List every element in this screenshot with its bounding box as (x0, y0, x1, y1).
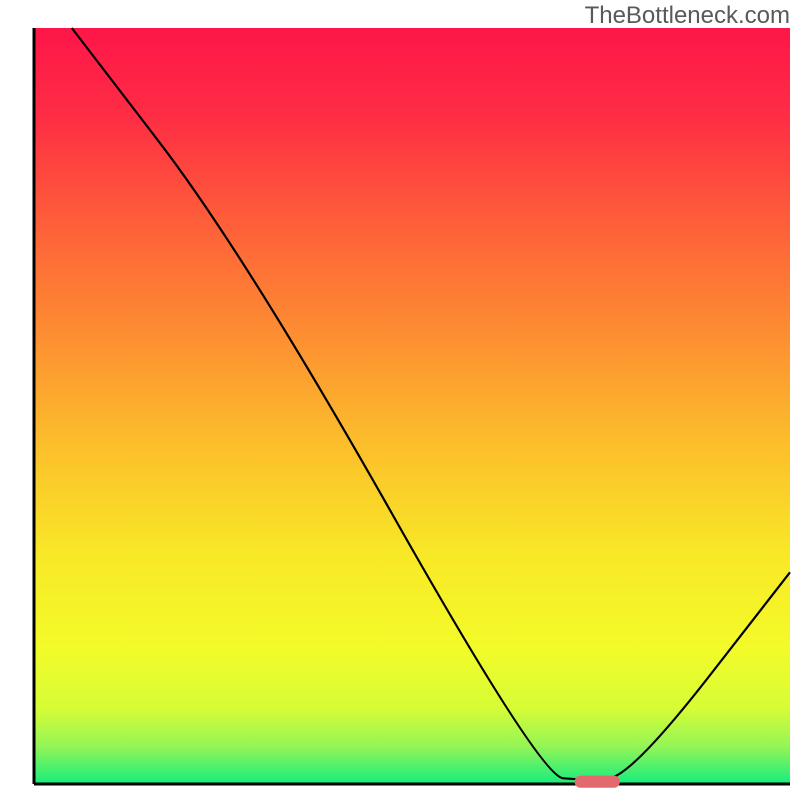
bottleneck-chart (0, 0, 800, 800)
chart-container: TheBottleneck.com (0, 0, 800, 800)
watermark-text: TheBottleneck.com (585, 2, 790, 30)
plot-background (34, 28, 790, 784)
optimal-marker (575, 776, 620, 788)
